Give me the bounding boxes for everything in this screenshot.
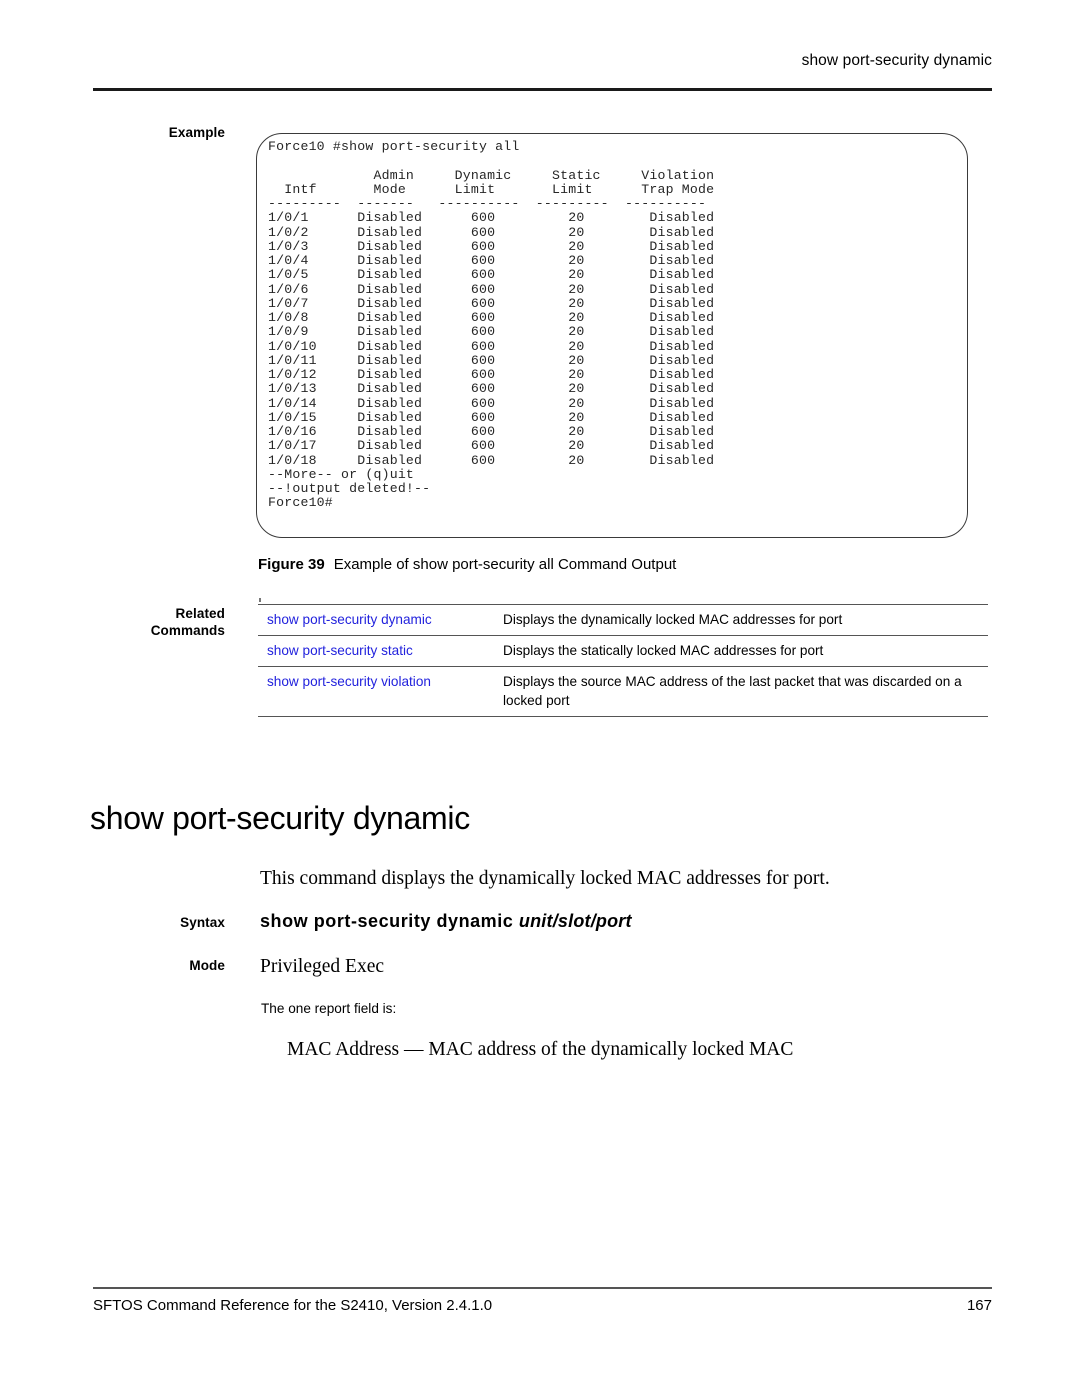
running-header-title: show port-security dynamic <box>801 52 992 69</box>
report-intro-text: The one report field is: <box>261 1001 397 1016</box>
example-code-line: 1/0/18 Disabled 600 20 Disabled <box>268 452 715 468</box>
related-command-description: Displays the dynamically locked MAC addr… <box>503 612 843 627</box>
report-field-text: MAC Address — MAC address of the dynamic… <box>287 1039 794 1060</box>
mode-value: Privileged Exec <box>260 956 384 977</box>
footer-divider <box>93 1287 992 1289</box>
table-tick-mark <box>259 598 261 602</box>
page-title: show port-security dynamic <box>90 800 470 836</box>
related-command-link[interactable]: show port-security static <box>258 636 499 667</box>
example-code-line: 1/0/14 Disabled 600 20 Disabled <box>268 395 715 411</box>
example-code-line: 1/0/6 Disabled 600 20 Disabled <box>268 281 715 297</box>
example-code-line: Force10 #show port-security all <box>268 139 520 154</box>
example-code-line: Force10# <box>268 495 333 511</box>
table-row: show port-security violation Displays the… <box>258 667 988 717</box>
syntax-parameter: unit/slot/port <box>518 911 632 931</box>
related-command-description: Displays the source MAC address of the l… <box>503 674 962 708</box>
example-code-line: --!output deleted!-- <box>268 481 431 496</box>
example-code-line: 1/0/4 Disabled 600 20 Disabled <box>268 253 715 268</box>
example-code-line: 1/0/9 Disabled 600 20 Disabled <box>268 324 715 340</box>
footer-page-number: 167 <box>966 1297 992 1314</box>
example-code-line: 1/0/2 Disabled 600 20 Disabled <box>268 224 715 240</box>
example-code-line: 1/0/12 Disabled 600 20 Disabled <box>268 367 715 382</box>
page-header: show port-security dynamic <box>93 52 992 70</box>
syntax-command: show port-security dynamic <box>260 911 514 931</box>
related-commands-label-line1: Related <box>175 606 225 621</box>
related-command-description: Displays the statically locked MAC addre… <box>503 643 824 658</box>
example-code-line: 1/0/11 Disabled 600 20 Disabled <box>268 352 715 368</box>
example-code-line: 1/0/3 Disabled 600 20 Disabled <box>268 238 715 254</box>
figure-caption-text: Example of show port-security all Comman… <box>333 556 677 573</box>
example-code-line: 1/0/16 Disabled 600 20 Disabled <box>268 424 715 439</box>
example-code-line: 1/0/13 Disabled 600 20 Disabled <box>268 381 715 397</box>
related-commands-label-line2: Commands <box>150 623 225 638</box>
header-divider <box>93 88 992 91</box>
related-command-link[interactable]: show port-security dynamic <box>258 605 499 636</box>
figure-number: Figure 39 <box>258 556 325 573</box>
syntax-label: Syntax <box>180 915 225 930</box>
figure-caption: Figure 39 Example of show port-security a… <box>258 556 988 573</box>
example-code-line: Admin Dynamic Static Violation <box>268 167 715 183</box>
related-commands-table: show port-security dynamic Displays the d… <box>258 604 988 717</box>
example-code-line: 1/0/7 Disabled 600 20 Disabled <box>268 295 715 311</box>
example-code-line: --------- ------- ---------- --------- -… <box>268 196 707 211</box>
document-page: show port-security dynamic Example Force… <box>0 0 1080 1397</box>
command-description: This command displays the dynamically lo… <box>260 868 830 889</box>
example-label: Example <box>168 125 225 140</box>
table-row: show port-security static Displays the st… <box>258 636 988 667</box>
example-code-line: Intf Mode Limit Limit Trap Mode <box>268 181 715 197</box>
example-code-line <box>268 154 968 168</box>
related-command-link[interactable]: show port-security violation <box>258 667 499 717</box>
related-commands-label: Related Commands <box>65 605 225 639</box>
footer-document-title: SFTOS Command Reference for the S2410, V… <box>93 1297 493 1314</box>
example-code-line: 1/0/8 Disabled 600 20 Disabled <box>268 310 715 325</box>
example-code-line: 1/0/5 Disabled 600 20 Disabled <box>268 267 715 283</box>
example-code-line: 1/0/15 Disabled 600 20 Disabled <box>268 409 715 425</box>
example-code-line: --More-- or (q)uit <box>268 466 415 482</box>
example-code-line: 1/0/1 Disabled 600 20 Disabled <box>268 210 715 226</box>
mode-label: Mode <box>189 958 225 973</box>
table-row: show port-security dynamic Displays the d… <box>258 604 988 636</box>
syntax-value: show port-security dynamic unit/slot/por… <box>260 911 632 932</box>
example-code-block: Force10 #show port-security all Admin Dy… <box>268 139 968 511</box>
example-code-line: 1/0/17 Disabled 600 20 Disabled <box>268 438 715 454</box>
example-code-line: 1/0/10 Disabled 600 20 Disabled <box>268 338 715 354</box>
